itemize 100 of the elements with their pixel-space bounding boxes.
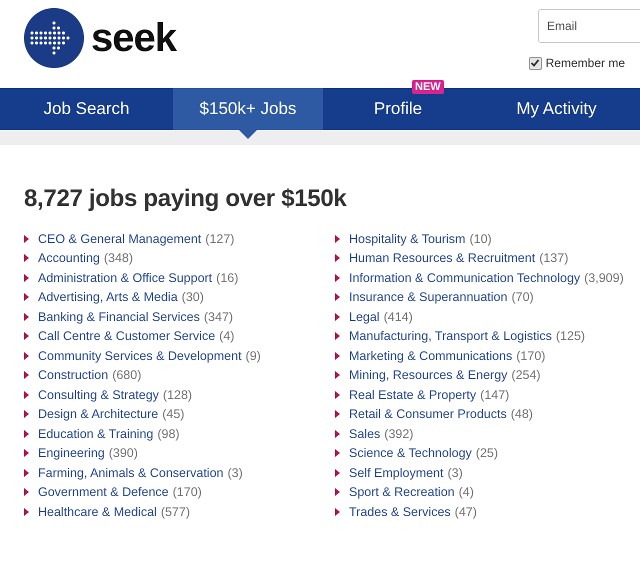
category-link[interactable]: Trades & Services <box>349 504 451 519</box>
job-count: (3,909) <box>584 270 624 285</box>
bullet-icon <box>24 234 29 243</box>
job-count: (147) <box>480 388 510 402</box>
bullet-icon <box>335 254 340 262</box>
job-count: (70) <box>511 290 534 304</box>
category-link[interactable]: Consulting & Strategy <box>38 388 159 402</box>
remember-checkbox[interactable] <box>528 56 542 70</box>
category-link[interactable]: Science & Technology <box>349 446 472 460</box>
job-count: (30) <box>182 290 204 304</box>
bullet-icon <box>24 312 29 321</box>
category-link[interactable]: Legal <box>349 310 380 324</box>
job-count: (577) <box>160 504 190 519</box>
job-count: (128) <box>162 388 192 402</box>
job-count: (125) <box>556 329 586 344</box>
category-link[interactable]: Healthcare & Medical <box>38 504 157 519</box>
page-heading: 8,727 jobs paying over $150k <box>24 185 348 213</box>
job-count: (348) <box>104 251 134 266</box>
job-count: (4) <box>219 329 234 344</box>
job-count: (254) <box>511 368 541 382</box>
bullet-icon <box>335 234 340 243</box>
job-count: (414) <box>384 310 413 324</box>
job-count: (170) <box>516 348 546 363</box>
category-link[interactable]: Community Services & Development <box>38 348 242 363</box>
bullet-icon <box>24 254 29 262</box>
job-count: (47) <box>454 504 477 519</box>
bullet-icon <box>335 371 340 380</box>
category-link[interactable]: Self Employment <box>349 466 444 480</box>
job-count: (45) <box>162 407 184 422</box>
category-link[interactable]: Banking & Financial Services <box>38 310 200 324</box>
job-count: (9) <box>246 348 261 363</box>
bullet-icon <box>24 332 29 340</box>
category-link[interactable]: Education & Training <box>38 426 154 441</box>
bullet-icon <box>335 410 340 418</box>
category-link[interactable]: Government & Defence <box>38 485 169 500</box>
new-badge: NEW <box>412 80 444 94</box>
bullet-icon <box>24 410 29 418</box>
job-count: (127) <box>205 232 234 246</box>
bullet-icon <box>24 293 29 302</box>
category-link[interactable]: Human Resources & Recruitment <box>349 251 536 266</box>
bullet-icon <box>24 352 29 360</box>
bullet-icon <box>335 293 340 302</box>
bullet-icon <box>335 390 340 399</box>
category-link[interactable]: Insurance & Superannuation <box>349 290 508 304</box>
category-link[interactable]: Accounting <box>38 251 100 266</box>
job-count: (4) <box>458 485 474 500</box>
bullet-icon <box>335 468 340 477</box>
job-count: (390) <box>108 446 138 460</box>
category-link[interactable]: Farming, Animals & Conservation <box>38 466 224 480</box>
category-link[interactable]: Sport & Recreation <box>349 485 455 500</box>
category-link[interactable]: Construction <box>38 368 108 382</box>
job-count: (10) <box>469 232 492 246</box>
category-link[interactable]: Marketing & Communications <box>349 348 512 363</box>
category-link[interactable]: Call Centre & Customer Service <box>38 329 216 344</box>
bullet-icon <box>335 352 340 360</box>
bullet-icon <box>24 488 29 496</box>
job-count: (680) <box>112 368 142 382</box>
category-link[interactable]: Information & Communication Technology <box>349 270 580 285</box>
job-count: (392) <box>384 426 414 441</box>
bullet-icon <box>24 274 29 282</box>
category-link[interactable]: Design & Architecture <box>38 407 158 422</box>
job-count: (25) <box>476 446 498 460</box>
remember-label: Remember me <box>546 56 625 70</box>
bullet-icon <box>335 449 340 458</box>
job-count: (16) <box>216 270 238 285</box>
job-count: (3) <box>228 466 243 480</box>
logo-text: seek <box>91 16 176 60</box>
bullet-icon <box>24 449 29 458</box>
nav-tab[interactable]: $150k+ Jobs <box>173 88 323 130</box>
category-link[interactable]: Retail & Consumer Products <box>349 407 507 422</box>
bullet-icon <box>335 312 340 321</box>
job-count: (48) <box>510 407 533 422</box>
job-count: (98) <box>157 426 180 441</box>
category-link[interactable]: Engineering <box>38 446 105 460</box>
category-link[interactable]: Administration & Office Support <box>38 270 212 285</box>
bullet-icon <box>335 488 340 496</box>
category-link[interactable]: Sales <box>349 426 380 441</box>
category-link[interactable]: Real Estate & Property <box>349 388 476 402</box>
nav-tab[interactable]: Job Search <box>0 88 173 130</box>
category-link[interactable]: CEO & General Management <box>38 232 202 246</box>
bullet-icon <box>335 508 340 516</box>
nav-tab[interactable]: My Activity <box>473 88 640 130</box>
bullet-icon <box>24 371 29 380</box>
logo-icon <box>24 8 84 68</box>
bullet-icon <box>24 430 29 438</box>
job-count: (170) <box>172 485 202 500</box>
email-field[interactable]: Email <box>538 9 640 43</box>
job-count: (347) <box>204 310 234 324</box>
bullet-icon <box>24 508 29 516</box>
bullet-icon <box>24 390 29 399</box>
bullet-icon <box>335 274 340 282</box>
job-count: (3) <box>447 466 463 480</box>
bullet-icon <box>24 468 29 477</box>
category-link[interactable]: Manufacturing, Transport & Logistics <box>349 329 552 344</box>
category-link[interactable]: Advertising, Arts & Media <box>38 290 178 304</box>
job-count: (137) <box>539 251 568 266</box>
bullet-icon <box>335 430 340 438</box>
bullet-icon <box>335 332 340 340</box>
category-link[interactable]: Mining, Resources & Energy <box>349 368 508 382</box>
category-link[interactable]: Hospitality & Tourism <box>349 232 466 246</box>
